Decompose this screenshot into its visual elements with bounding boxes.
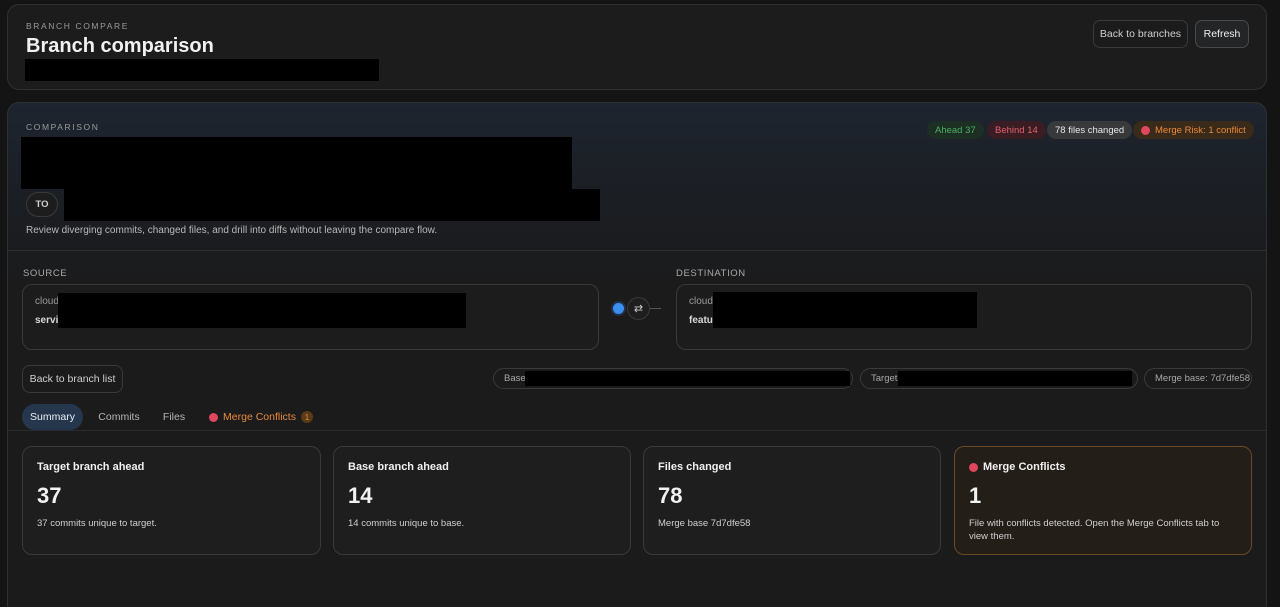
destination-label: DESTINATION <box>676 268 746 279</box>
card-title: Merge Conflicts <box>969 461 1237 473</box>
redacted-subtitle <box>25 59 379 81</box>
card-value: 14 <box>348 483 373 508</box>
merge-risk-badge: Merge Risk: 1 conflict <box>1133 121 1254 139</box>
base-ahead-card: Base branch ahead 14 14 commits unique t… <box>333 446 631 555</box>
card-description: 14 commits unique to base. <box>348 518 465 529</box>
files-changed-badge: 78 files changed <box>1047 121 1133 139</box>
redacted-destination-details <box>713 292 977 328</box>
merge-risk-label: Merge Risk: 1 conflict <box>1155 124 1246 136</box>
conflict-dot-icon <box>209 412 219 422</box>
redacted-target-branch <box>64 189 600 221</box>
card-title-text: Merge Conflicts <box>983 461 1066 473</box>
merge-conflicts-card[interactable]: Merge Conflicts 1 File with conflicts de… <box>954 446 1252 555</box>
redacted-base-ref <box>525 371 850 386</box>
header-eyebrow: BRANCH COMPARE <box>26 21 130 31</box>
card-title: Base branch ahead <box>348 461 449 473</box>
tab-merge-conflicts-label: Merge Conflicts <box>223 411 296 423</box>
card-title: Target branch ahead <box>37 461 145 473</box>
comparison-description: Review diverging commits, changed files,… <box>26 225 438 236</box>
redacted-source-details <box>58 293 466 328</box>
card-value: 78 <box>658 483 683 508</box>
card-description: File with conflicts detected. Open the M… <box>969 518 1220 542</box>
target-label: Target: <box>871 373 901 384</box>
tab-merge-conflicts[interactable]: Merge Conflicts 1 <box>205 404 317 430</box>
card-value: 1 <box>969 483 982 508</box>
section-divider <box>8 250 1266 251</box>
refresh-button[interactable]: Refresh <box>1195 20 1249 48</box>
source-node-icon <box>613 303 624 314</box>
tab-commits[interactable]: Commits <box>92 404 146 430</box>
swap-icon[interactable]: ⇄ <box>627 297 650 320</box>
card-title: Files changed <box>658 461 732 473</box>
source-label: SOURCE <box>23 268 68 279</box>
card-description: Merge base 7d7dfe58 <box>658 518 751 529</box>
back-to-branches-button[interactable]: Back to branches <box>1093 20 1188 48</box>
conflict-count-badge: 1 <box>300 411 313 423</box>
tab-summary[interactable]: Summary <box>22 404 83 430</box>
merge-base-chip: Merge base: 7d7dfe58 <box>1144 368 1252 389</box>
connector-line <box>650 308 661 309</box>
back-to-branch-list-button[interactable]: Back to branch list <box>22 365 123 393</box>
card-description: 37 commits unique to target. <box>37 518 157 529</box>
conflict-dot-icon <box>1141 125 1150 135</box>
page-title: Branch comparison <box>26 35 214 57</box>
comparison-eyebrow: COMPARISON <box>26 122 100 132</box>
source-repo-text: cloud <box>35 296 59 307</box>
redacted-target-ref <box>898 371 1132 386</box>
ahead-badge: Ahead 37 <box>927 121 984 139</box>
files-changed-card: Files changed 78 Merge base 7d7dfe58 <box>643 446 941 555</box>
to-badge: TO <box>26 192 58 217</box>
card-value: 37 <box>37 483 62 508</box>
conflict-dot-icon <box>969 462 978 472</box>
header-panel: BRANCH COMPARE Branch comparison Back to… <box>7 4 1267 90</box>
tabs-divider <box>8 430 1266 431</box>
behind-badge: Behind 14 <box>987 121 1046 139</box>
target-ahead-card: Target branch ahead 37 37 commits unique… <box>22 446 321 555</box>
redacted-source-branch <box>21 137 572 189</box>
tab-files[interactable]: Files <box>156 404 192 430</box>
